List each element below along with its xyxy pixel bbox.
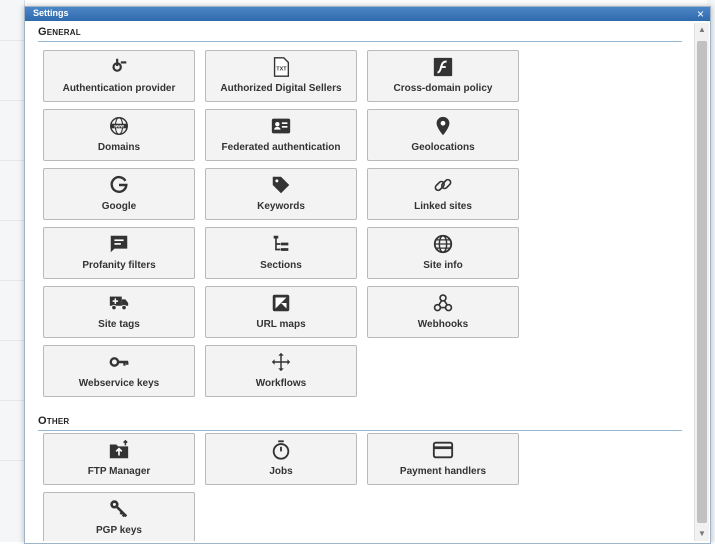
background-divider — [0, 40, 24, 41]
tile-label: PGP keys — [96, 525, 142, 536]
tile-label: Cross-domain policy — [393, 83, 493, 94]
move-arrows-icon — [206, 351, 356, 373]
truck-icon — [44, 292, 194, 314]
tile-site-info[interactable]: Site info — [367, 227, 519, 279]
tile-pgp-keys[interactable]: PGP keys — [43, 492, 195, 541]
tile-label: Authorized Digital Sellers — [220, 83, 342, 94]
tile-label: Webservice keys — [78, 378, 160, 389]
svg-text:TXT: TXT — [276, 67, 287, 73]
map-icon — [206, 292, 356, 314]
tile-federated-authentication[interactable]: Federated authentication — [205, 109, 357, 161]
section-title: Other — [38, 415, 70, 427]
comment-icon — [44, 233, 194, 255]
section-heading-general: General — [38, 24, 682, 42]
tile-label: Payment handlers — [399, 466, 487, 477]
tile-label: Sections — [260, 260, 302, 271]
tree-icon — [206, 233, 356, 255]
background-divider — [0, 340, 24, 341]
key-icon — [44, 498, 194, 520]
background-divider — [0, 460, 24, 461]
id-card-icon — [206, 115, 356, 137]
tag-icon — [206, 174, 356, 196]
scroll-down-arrow-icon[interactable]: ▼ — [695, 527, 709, 541]
tile-label: Webhooks — [417, 319, 469, 330]
tile-payment-handlers[interactable]: Payment handlers — [367, 433, 519, 485]
tile-label: Profanity filters — [82, 260, 156, 271]
background-divider — [0, 220, 24, 221]
key-turn-icon — [44, 56, 194, 78]
background-sidebar — [0, 0, 25, 542]
close-icon[interactable]: × — [697, 6, 704, 22]
tile-ftp-manager[interactable]: FTP Manager — [43, 433, 195, 485]
map-pin-icon — [368, 115, 518, 137]
tile-url-maps[interactable]: URL maps — [205, 286, 357, 338]
folder-upload-icon — [44, 439, 194, 461]
link-icon — [368, 174, 518, 196]
tile-label: Site tags — [98, 319, 140, 330]
vpn-key-icon — [44, 351, 194, 373]
vertical-scrollbar[interactable]: ▲ ▼ — [694, 23, 709, 541]
background-divider — [0, 400, 24, 401]
tile-label: Federated authentication — [221, 142, 341, 153]
tile-label: FTP Manager — [87, 466, 151, 477]
settings-dialog: Settings × General Authentication provid… — [24, 6, 711, 544]
tile-webservice-keys[interactable]: Webservice keys — [43, 345, 195, 397]
www-globe-icon: www — [44, 115, 194, 137]
section-heading-other: Other — [38, 413, 682, 431]
credit-card-icon — [368, 439, 518, 461]
flash-icon — [368, 56, 518, 78]
tile-label: Site info — [423, 260, 463, 271]
tile-label: URL maps — [256, 319, 306, 330]
webhook-icon — [368, 292, 518, 314]
tile-label: Geolocations — [411, 142, 475, 153]
tile-jobs[interactable]: Jobs — [205, 433, 357, 485]
tile-workflows[interactable]: Workflows — [205, 345, 357, 397]
background-divider — [0, 160, 24, 161]
tile-authorized-digital-sellers[interactable]: TXT Authorized Digital Sellers — [205, 50, 357, 102]
dialog-titlebar[interactable]: Settings × — [25, 7, 710, 21]
tile-cross-domain-policy[interactable]: Cross-domain policy — [367, 50, 519, 102]
settings-content: General Authentication provider TXT Auth… — [33, 23, 685, 541]
tile-profanity-filters[interactable]: Profanity filters — [43, 227, 195, 279]
dialog-title: Settings — [33, 8, 69, 18]
tile-linked-sites[interactable]: Linked sites — [367, 168, 519, 220]
scrollbar-thumb[interactable] — [697, 41, 707, 523]
tile-authentication-provider[interactable]: Authentication provider — [43, 50, 195, 102]
tile-label: Google — [101, 201, 137, 212]
tile-keywords[interactable]: Keywords — [205, 168, 357, 220]
globe-icon — [368, 233, 518, 255]
tile-google[interactable]: Google — [43, 168, 195, 220]
google-g-icon — [44, 174, 194, 196]
section-title: General — [38, 26, 81, 38]
svg-text:www: www — [113, 124, 124, 129]
tile-site-tags[interactable]: Site tags — [43, 286, 195, 338]
tile-label: Jobs — [269, 466, 293, 477]
timer-icon — [206, 439, 356, 461]
tile-label: Keywords — [257, 201, 305, 212]
scroll-up-arrow-icon[interactable]: ▲ — [695, 23, 709, 37]
tile-label: Domains — [97, 142, 141, 153]
tile-sections[interactable]: Sections — [205, 227, 357, 279]
background-divider — [0, 100, 24, 101]
tile-label: Authentication provider — [62, 83, 176, 94]
txt-file-icon: TXT — [206, 56, 356, 78]
tile-label: Linked sites — [414, 201, 472, 212]
tile-domains[interactable]: www Domains — [43, 109, 195, 161]
background-divider — [0, 280, 24, 281]
tile-geolocations[interactable]: Geolocations — [367, 109, 519, 161]
tile-label: Workflows — [255, 378, 307, 389]
tile-webhooks[interactable]: Webhooks — [367, 286, 519, 338]
